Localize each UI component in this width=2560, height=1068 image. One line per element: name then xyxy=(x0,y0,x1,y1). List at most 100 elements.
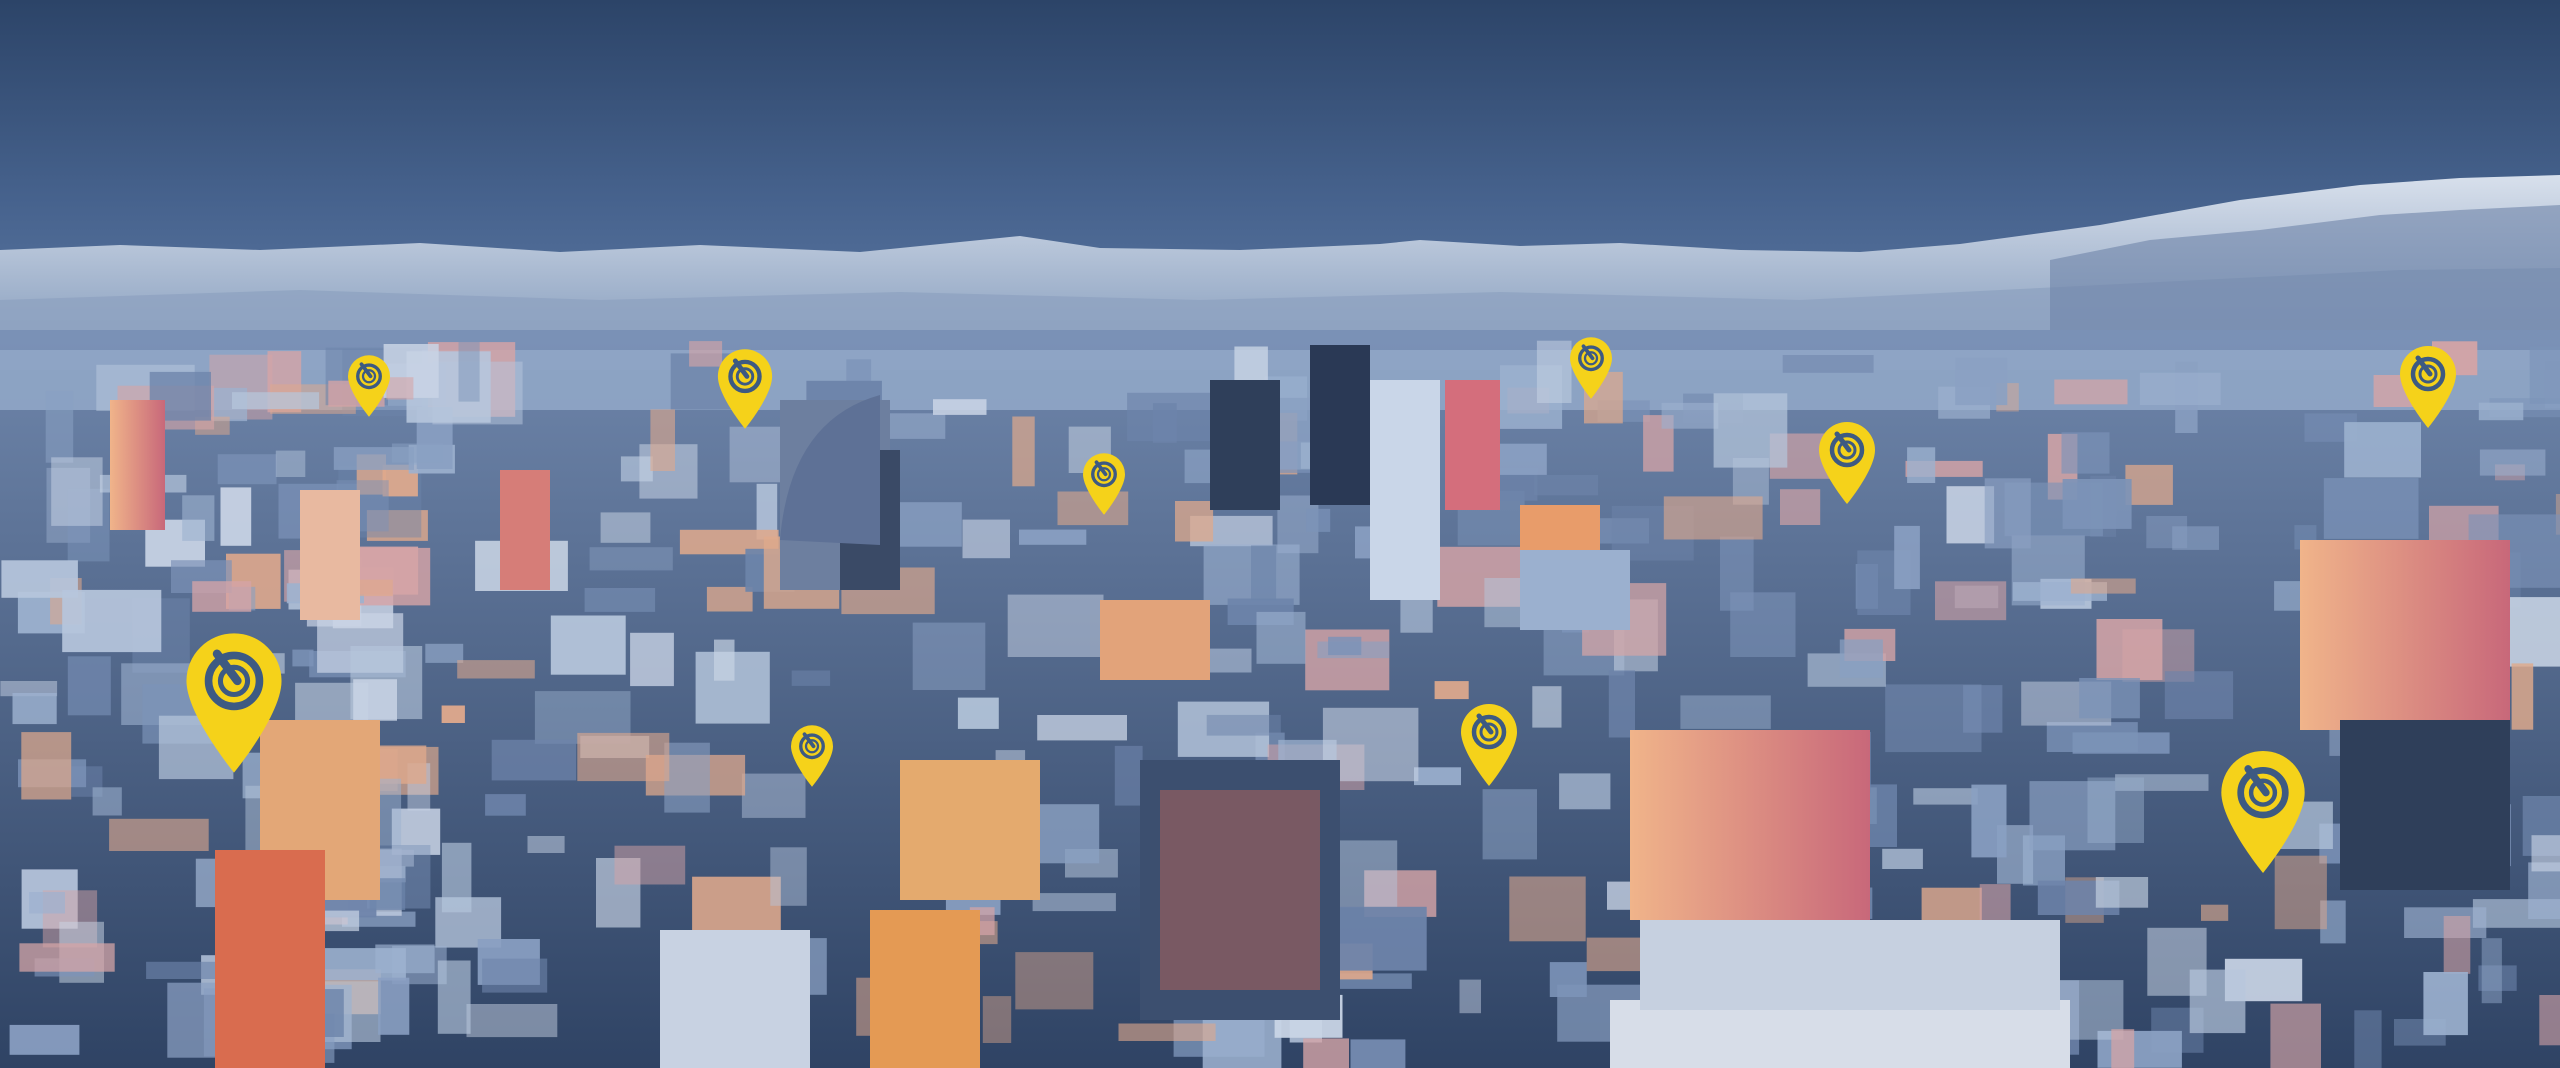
building-block xyxy=(1661,402,1719,429)
building-block xyxy=(67,656,111,716)
building-block xyxy=(1979,884,2011,923)
building-block xyxy=(550,615,626,675)
map-pin-icon[interactable] xyxy=(714,346,776,432)
building-block xyxy=(29,892,66,914)
building-block xyxy=(577,732,670,782)
building-block xyxy=(1251,545,1277,601)
building-block xyxy=(2323,478,2419,539)
building-block xyxy=(2506,597,2560,667)
building-block xyxy=(353,679,397,721)
building-block xyxy=(466,1004,558,1038)
map-pin-icon[interactable] xyxy=(345,352,393,420)
building-block xyxy=(1549,962,1587,997)
building-block xyxy=(1955,357,2008,406)
building-block xyxy=(2070,578,2136,594)
building-block xyxy=(1482,789,1537,860)
building-block xyxy=(1015,952,1094,1010)
building-block xyxy=(1019,529,1087,545)
building-block xyxy=(2046,722,2138,752)
building-block xyxy=(1608,670,1635,738)
map-pin-icon[interactable] xyxy=(178,630,290,776)
building-block xyxy=(2481,938,2502,1004)
building-block xyxy=(2354,1010,2382,1068)
building-block xyxy=(1328,636,1362,656)
building-block xyxy=(2096,619,2163,680)
map-pin-icon[interactable] xyxy=(1457,702,1521,788)
building-block xyxy=(1894,525,1920,590)
building-block xyxy=(1984,478,2031,549)
building-block xyxy=(2146,516,2188,549)
building-block xyxy=(2529,346,2560,404)
building-block xyxy=(982,996,1012,1043)
building-block xyxy=(1730,592,1796,657)
building-block xyxy=(21,732,72,800)
building-block xyxy=(2531,835,2560,872)
building-block xyxy=(1414,767,1461,786)
building-block xyxy=(1175,501,1214,542)
building-block xyxy=(2062,479,2132,529)
building-block xyxy=(458,341,480,402)
building-block xyxy=(2061,432,2110,474)
building-block xyxy=(1907,447,1936,483)
building-block xyxy=(791,670,831,686)
map-pin-icon[interactable] xyxy=(2213,748,2313,876)
building-block xyxy=(1114,745,1143,806)
building-block xyxy=(425,643,464,663)
building-block xyxy=(1885,684,1982,753)
building-block xyxy=(1534,475,1599,496)
map-pin-icon[interactable] xyxy=(1815,420,1879,506)
building-block xyxy=(2087,777,2144,843)
building-block xyxy=(51,457,103,526)
building-block xyxy=(2539,995,2560,1046)
building-block xyxy=(182,495,215,541)
city-skyline-photo xyxy=(0,0,2560,1068)
building-block xyxy=(62,589,162,653)
map-pin-icon[interactable] xyxy=(788,722,836,790)
building-block xyxy=(2479,449,2546,476)
building-block xyxy=(1350,1039,1406,1068)
building-block xyxy=(391,443,443,463)
building-block xyxy=(457,660,535,679)
map-pin-icon[interactable] xyxy=(1567,334,1615,402)
building-block xyxy=(109,818,209,851)
building-block xyxy=(2270,1003,2321,1068)
building-block xyxy=(1306,508,1331,532)
building-block xyxy=(491,739,577,781)
building-block xyxy=(441,842,472,913)
building-block xyxy=(45,390,74,463)
building-block xyxy=(2054,379,2128,405)
building-block xyxy=(1032,893,1116,912)
building-block xyxy=(437,960,471,1034)
building-block xyxy=(933,399,987,415)
building-block xyxy=(1007,594,1104,657)
building-block xyxy=(1206,714,1281,736)
building-block xyxy=(2478,402,2524,421)
map-pin-icon[interactable] xyxy=(2396,344,2460,430)
building-block xyxy=(232,392,320,409)
map-pin-icon[interactable] xyxy=(1080,450,1128,518)
building-block xyxy=(1434,681,1469,700)
building-block xyxy=(1559,773,1611,810)
building-block xyxy=(1118,1023,1216,1041)
building-block xyxy=(770,847,807,906)
city-map-scene xyxy=(0,0,2560,1068)
building-block xyxy=(9,1024,80,1055)
building-block xyxy=(1663,496,1763,540)
building-block xyxy=(589,547,673,571)
building-block xyxy=(527,836,565,853)
building-block xyxy=(664,742,710,813)
building-block xyxy=(1333,840,1398,908)
building-block xyxy=(2125,464,2173,505)
building-block xyxy=(600,512,651,543)
building-block xyxy=(441,705,465,723)
building-block xyxy=(1339,906,1427,971)
building-block xyxy=(220,487,252,546)
building-block xyxy=(146,961,220,979)
building-block xyxy=(1459,979,1481,1014)
building-block xyxy=(2443,916,2471,974)
building-block xyxy=(482,958,548,993)
building-block xyxy=(2201,904,2229,921)
building-block xyxy=(2079,678,2140,719)
building-block xyxy=(1839,639,1883,678)
building-block xyxy=(378,977,410,1035)
